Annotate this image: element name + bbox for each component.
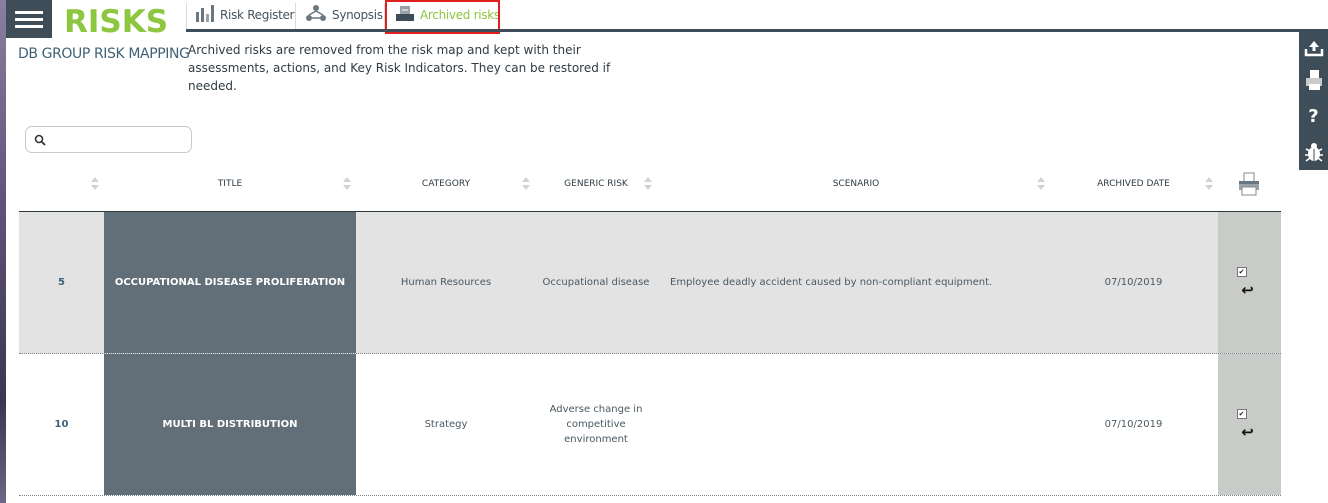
column-header-archived-date[interactable]: ARCHIVED DATE: [1056, 165, 1211, 202]
app-subtitle: DB GROUP RISK MAPPING: [18, 46, 190, 62]
hamburger-menu-icon: [15, 11, 43, 14]
sort-icon[interactable]: [91, 177, 99, 191]
search-icon: [34, 134, 46, 146]
column-label: GENERIC RISK: [564, 178, 628, 189]
tab-separator: [186, 3, 187, 29]
tab-label: Risk Register: [220, 7, 295, 22]
risk-archived-date: 07/10/2019: [1104, 419, 1163, 430]
column-label: ARCHIVED DATE: [1097, 178, 1170, 189]
row-checkbox[interactable]: ✔: [1236, 267, 1247, 277]
column-label: SCENARIO: [832, 178, 880, 189]
bug-icon[interactable]: [1299, 136, 1328, 168]
sort-icon[interactable]: [343, 177, 351, 191]
sort-icon[interactable]: [1205, 177, 1213, 191]
tab-risk-register[interactable]: Risk Register: [195, 1, 295, 28]
hamburger-line: [15, 25, 43, 28]
risk-generic: Occupational disease: [542, 277, 650, 288]
risk-title[interactable]: MULTI BL DISTRIBUTION: [104, 354, 356, 495]
table-row[interactable]: 5 OCCUPATIONAL DISEASE PROLIFERATION Hum…: [19, 212, 1281, 354]
printer-icon[interactable]: [1224, 165, 1274, 202]
risk-scenario: [656, 354, 1056, 495]
app-title: RISKS: [64, 4, 169, 40]
right-toolbar: ?: [1299, 30, 1328, 170]
column-header-title[interactable]: TITLE: [104, 165, 356, 202]
sort-icon[interactable]: [644, 177, 652, 191]
row-checkbox[interactable]: ✔: [1236, 409, 1247, 419]
bar-chart-icon: [195, 4, 215, 25]
table-row[interactable]: 10 MULTI BL DISTRIBUTION Strategy Advers…: [19, 354, 1281, 496]
risk-category: Human Resources: [400, 277, 492, 288]
column-header-category[interactable]: CATEGORY: [356, 165, 536, 202]
risk-scenario: Employee deadly accident caused by non-c…: [670, 277, 993, 288]
hamburger-menu-button[interactable]: [6, 0, 52, 38]
tabs-underline: [186, 29, 1328, 32]
column-label: CATEGORY: [421, 178, 471, 189]
hamburger-line: [15, 18, 43, 21]
tab-synopsis[interactable]: Synopsis: [305, 1, 383, 28]
restore-arrow-icon[interactable]: ↩: [1241, 283, 1254, 298]
risk-category: Strategy: [424, 419, 468, 430]
row-actions: ✔ ↩: [1218, 212, 1281, 353]
sort-icon[interactable]: [522, 177, 530, 191]
search-input[interactable]: [25, 126, 192, 153]
column-header-generic-risk[interactable]: GENERIC RISK: [536, 165, 656, 202]
help-icon[interactable]: ?: [1299, 100, 1328, 132]
tab-label: Synopsis: [332, 7, 383, 22]
risk-generic: Adverse change in competitive environmen…: [549, 404, 643, 445]
window-left-edge: [0, 0, 6, 503]
network-icon: [305, 4, 327, 25]
risk-id: 10: [54, 419, 69, 430]
restore-arrow-icon[interactable]: ↩: [1241, 425, 1254, 440]
column-label: TITLE: [217, 178, 243, 189]
risk-archived-date: 07/10/2019: [1104, 277, 1163, 288]
print-icon[interactable]: [1299, 64, 1328, 96]
upload-icon[interactable]: [1299, 32, 1328, 64]
risk-title[interactable]: OCCUPATIONAL DISEASE PROLIFERATION: [104, 212, 356, 353]
row-actions: ✔ ↩: [1218, 354, 1281, 495]
risk-id: 5: [58, 277, 65, 288]
table-header: TITLE CATEGORY GENERIC RISK SCENARIO ARC…: [19, 165, 1281, 212]
tab-separator: [295, 3, 296, 29]
column-header-scenario[interactable]: SCENARIO: [656, 165, 1056, 202]
sort-icon[interactable]: [1037, 177, 1045, 191]
page-description: Archived risks are removed from the risk…: [188, 43, 611, 93]
